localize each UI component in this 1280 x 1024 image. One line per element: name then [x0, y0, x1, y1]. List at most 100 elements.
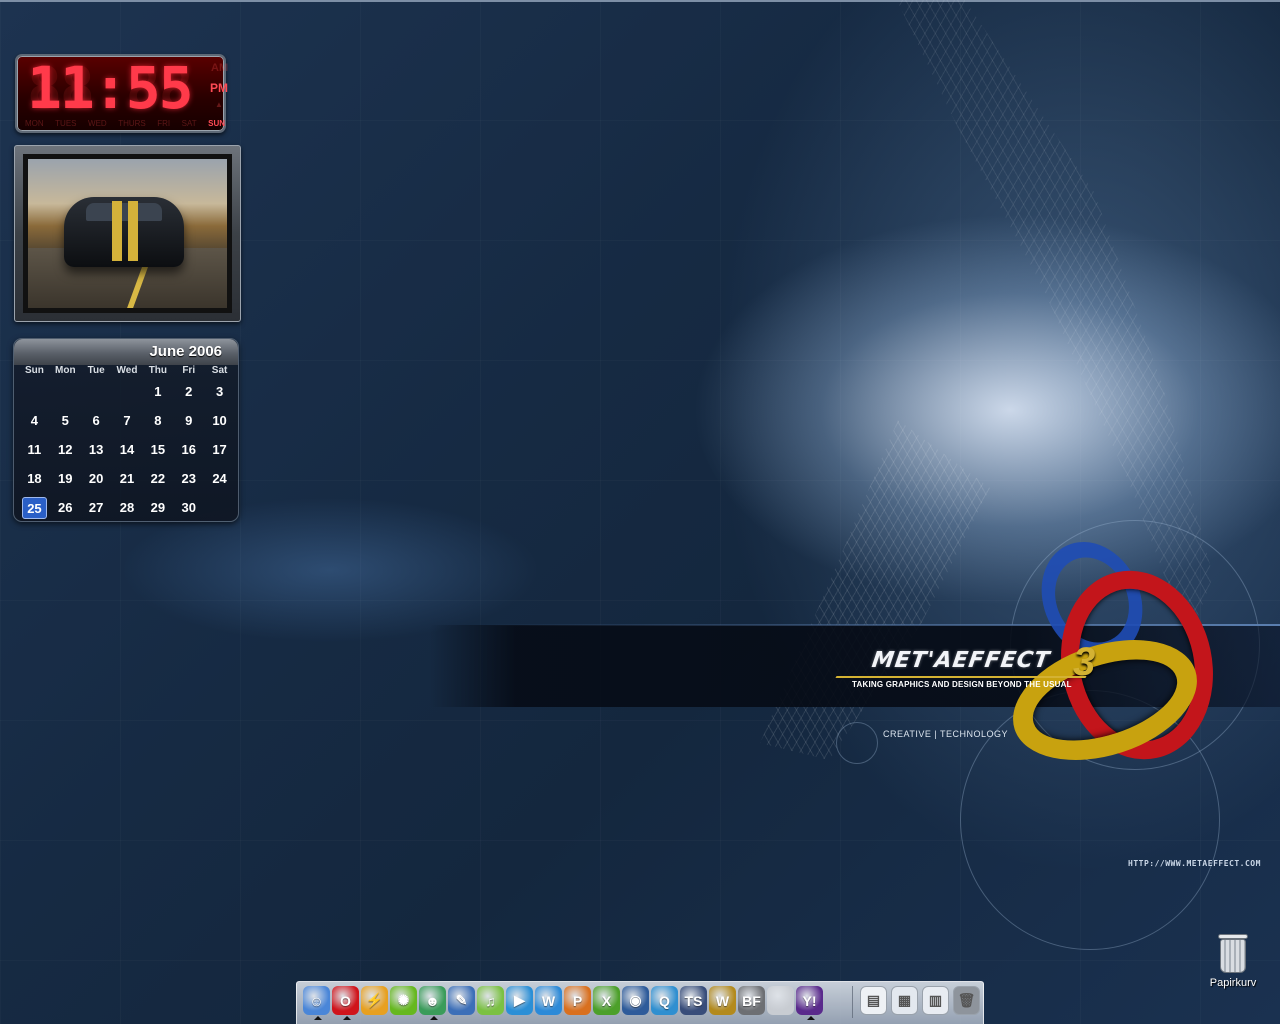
calendar-day[interactable]: 2 — [176, 381, 201, 403]
trash-icon[interactable]: 🗑 — [953, 986, 980, 1015]
calendar-day[interactable]: 28 — [115, 497, 140, 519]
calendar-weekday: Thu — [148, 365, 168, 376]
clock-day: SAT — [181, 119, 197, 128]
calendar-day[interactable]: 20 — [84, 468, 109, 490]
photo-car — [64, 197, 184, 267]
search-icon[interactable]: Q — [651, 986, 678, 1015]
calendar-day[interactable]: 24 — [207, 468, 232, 490]
calendar-day — [84, 381, 109, 403]
photo-frame — [23, 154, 232, 313]
clock-day: FRI — [157, 119, 171, 128]
calendar-day[interactable]: 4 — [22, 410, 47, 432]
calendar-day[interactable]: 13 — [84, 439, 109, 461]
chat-icon[interactable]: ✺ — [390, 986, 417, 1015]
calendar-day[interactable]: 10 — [207, 410, 232, 432]
calendar-day[interactable]: 3 — [207, 381, 232, 403]
word-icon[interactable]: W — [535, 986, 562, 1015]
messenger-icon[interactable]: ☻ — [419, 986, 446, 1020]
windows-explorer-icon[interactable]: ▦ — [891, 986, 918, 1015]
calendar-day[interactable]: 5 — [53, 410, 78, 432]
dvd-player-icon[interactable]: ◉ — [622, 986, 649, 1015]
recycle-bin-shortcut[interactable]: Papirkurv — [1203, 934, 1263, 989]
winamp-icon[interactable]: ⚡ — [361, 986, 388, 1015]
music-icon[interactable]: ♫ — [477, 986, 504, 1015]
calendar-weekday: Fri — [182, 365, 196, 376]
calendar-day[interactable]: 17 — [207, 439, 232, 461]
calendar-weekday-header: Sun Mon Tue Wed Thu Fri Sat — [19, 365, 235, 376]
teamspeak-icon[interactable]: TS — [680, 986, 707, 1015]
finder-icon[interactable]: ☺ — [303, 986, 330, 1020]
clock-time: 11:55 — [27, 54, 194, 122]
calendar-day[interactable]: 16 — [176, 439, 201, 461]
clock-pm-label: PM — [210, 81, 228, 95]
calendar-day[interactable]: 11 — [22, 439, 47, 461]
recycle-bin-icon — [1220, 939, 1246, 973]
calendar-day[interactable]: 1 — [145, 381, 170, 403]
calendar-day-today[interactable]: 25 — [22, 497, 47, 519]
logo-website: HTTP://WWW.METAEFFECT.COM — [1128, 859, 1261, 868]
yahoo-icon[interactable]: Y! — [796, 986, 823, 1020]
photo-widget[interactable] — [14, 145, 241, 322]
opera-icon[interactable]: O — [332, 986, 359, 1020]
excel-icon[interactable]: X — [593, 986, 620, 1015]
hud-circle — [836, 722, 878, 764]
calendar-day — [22, 381, 47, 403]
recycle-bin-label: Papirkurv — [1209, 977, 1257, 989]
calendar-day[interactable]: 19 — [53, 468, 78, 490]
clock-day: WED — [88, 119, 107, 128]
running-indicator — [343, 1016, 351, 1020]
calendar-day[interactable]: 26 — [53, 497, 78, 519]
calendar-day — [115, 381, 140, 403]
calendar-day[interactable]: 12 — [53, 439, 78, 461]
logo-subtitle: CREATIVE | TECHNOLOGY — [883, 729, 1009, 739]
apple-icon[interactable] — [767, 986, 794, 1015]
calendar-day — [207, 497, 232, 519]
clock-widget[interactable]: 88:88 11:55 AM PM ▲ MON TUES WED THURS F… — [15, 54, 229, 133]
calendar-weekday: Mon — [55, 365, 76, 376]
calendar-days-grid: 1 2 3 4 5 6 7 8 9 10 11 12 13 14 15 16 17 18 19 20 21 22 23 24 2… — [19, 378, 235, 523]
warcraft-icon[interactable]: W — [709, 986, 736, 1015]
calendar-day[interactable]: 7 — [115, 410, 140, 432]
calendar-day[interactable]: 30 — [176, 497, 201, 519]
calendar-day[interactable]: 6 — [84, 410, 109, 432]
car-stripe — [112, 201, 122, 261]
calendar-weekday: Sun — [24, 365, 44, 376]
calendar-day[interactable]: 14 — [115, 439, 140, 461]
calendar-day[interactable]: 23 — [176, 468, 201, 490]
dock-apps: ☺ O ⚡ ✺ ☻ ✎ ♫ ▶ W P X ◉ Q TS W BF Y! — [303, 986, 823, 1020]
calendar-widget[interactable]: June 2006 Sun Mon Tue Wed Thu Fri Sat 12345678… — [13, 338, 239, 522]
calendar-day[interactable]: 29 — [145, 497, 170, 519]
calendar-day[interactable]: 21 — [115, 468, 140, 490]
calendar-day[interactable]: 18 — [22, 468, 47, 490]
powerpoint-icon[interactable]: P — [564, 986, 591, 1015]
webpage-icon[interactable]: ▥ — [922, 986, 949, 1015]
running-indicator — [314, 1016, 322, 1020]
clock-day: MON — [25, 119, 44, 128]
dock-separator — [852, 986, 853, 1018]
clock-day-active: SUN — [208, 119, 225, 128]
media-player-icon[interactable]: ▶ — [506, 986, 533, 1015]
logo-tagline: TAKING GRAPHICS AND DESIGN BEYOND THE US… — [852, 680, 1072, 689]
car-windshield — [86, 203, 162, 221]
calendar-day[interactable]: 15 — [145, 439, 170, 461]
dock-documents: ▤ ▦ ▥ 🗑 — [860, 986, 980, 1015]
calendar-day[interactable]: 22 — [145, 468, 170, 490]
desktop: MET'AEFFECT 3 TAKING GRAPHICS AND DESIGN… — [0, 0, 1280, 1024]
dock: ☺ O ⚡ ✺ ☻ ✎ ♫ ▶ W P X ◉ Q TS W BF Y! ▤ ▦ ▥ 🗑 — [296, 981, 984, 1024]
calendar-day[interactable]: 9 — [176, 410, 201, 432]
calendar-day — [53, 381, 78, 403]
clock-day: TUES — [55, 119, 77, 128]
clock-am-label: AM — [211, 62, 229, 74]
calendar-day[interactable]: 27 — [84, 497, 109, 519]
battlefield-icon[interactable]: BF — [738, 986, 765, 1015]
calendar-weekday: Wed — [116, 365, 138, 376]
logo-underline — [835, 676, 1087, 678]
calendar-day[interactable]: 8 — [145, 410, 170, 432]
car-stripe — [128, 201, 138, 261]
clock-day: THURS — [118, 119, 146, 128]
photo-editor-icon[interactable]: ✎ — [448, 986, 475, 1015]
document-icon[interactable]: ▤ — [860, 986, 887, 1015]
calendar-month-title[interactable]: June 2006 — [14, 339, 238, 365]
clock-weekdays: MON TUES WED THURS FRI SAT SUN — [25, 119, 225, 128]
running-indicator — [430, 1016, 438, 1020]
